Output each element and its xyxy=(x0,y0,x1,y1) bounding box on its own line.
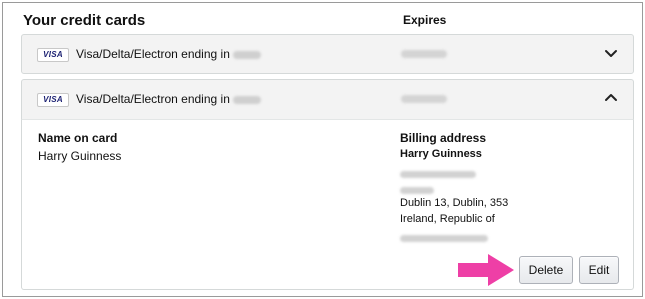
address-line: Dublin 13, Dublin, 353 xyxy=(400,197,509,209)
name-on-card-label: Name on card xyxy=(38,131,118,145)
redacted-card-digits xyxy=(232,95,261,104)
card-row-collapsed[interactable]: VISA Visa/Delta/Electron ending in xyxy=(21,34,634,74)
name-on-card-value: Harry Guinness xyxy=(38,149,122,163)
card-row-expanded[interactable]: VISA Visa/Delta/Electron ending in xyxy=(21,79,634,119)
address-line: Ireland, Republic of xyxy=(400,213,495,225)
delete-button[interactable]: Delete xyxy=(519,256,573,284)
visa-logo-icon: VISA xyxy=(37,48,69,62)
redacted-address-line xyxy=(400,181,508,197)
billing-address-label: Billing address xyxy=(400,131,487,145)
card-description: Visa/Delta/Electron ending in xyxy=(76,47,261,61)
card-details-panel: Name on card Harry Guinness Billing addr… xyxy=(21,119,634,290)
billing-name: Harry Guinness xyxy=(400,148,482,160)
card-description: Visa/Delta/Electron ending in xyxy=(76,92,261,106)
redacted-expiry-date xyxy=(401,50,447,58)
visa-logo-icon: VISA xyxy=(37,93,69,107)
chevron-down-icon[interactable] xyxy=(603,45,619,61)
edit-button[interactable]: Edit xyxy=(579,256,619,284)
billing-address: Billing address Harry Guinness Dublin 13… xyxy=(400,131,508,245)
chevron-up-icon[interactable] xyxy=(603,90,619,106)
section-title: Your credit cards xyxy=(23,12,146,29)
pointer-arrow-icon xyxy=(458,254,514,286)
redacted-card-digits xyxy=(232,50,261,59)
redacted-phone-number xyxy=(400,229,508,245)
redacted-address-line xyxy=(400,165,508,181)
redacted-expiry-date xyxy=(401,95,447,103)
expires-column-header: Expires xyxy=(403,13,447,27)
